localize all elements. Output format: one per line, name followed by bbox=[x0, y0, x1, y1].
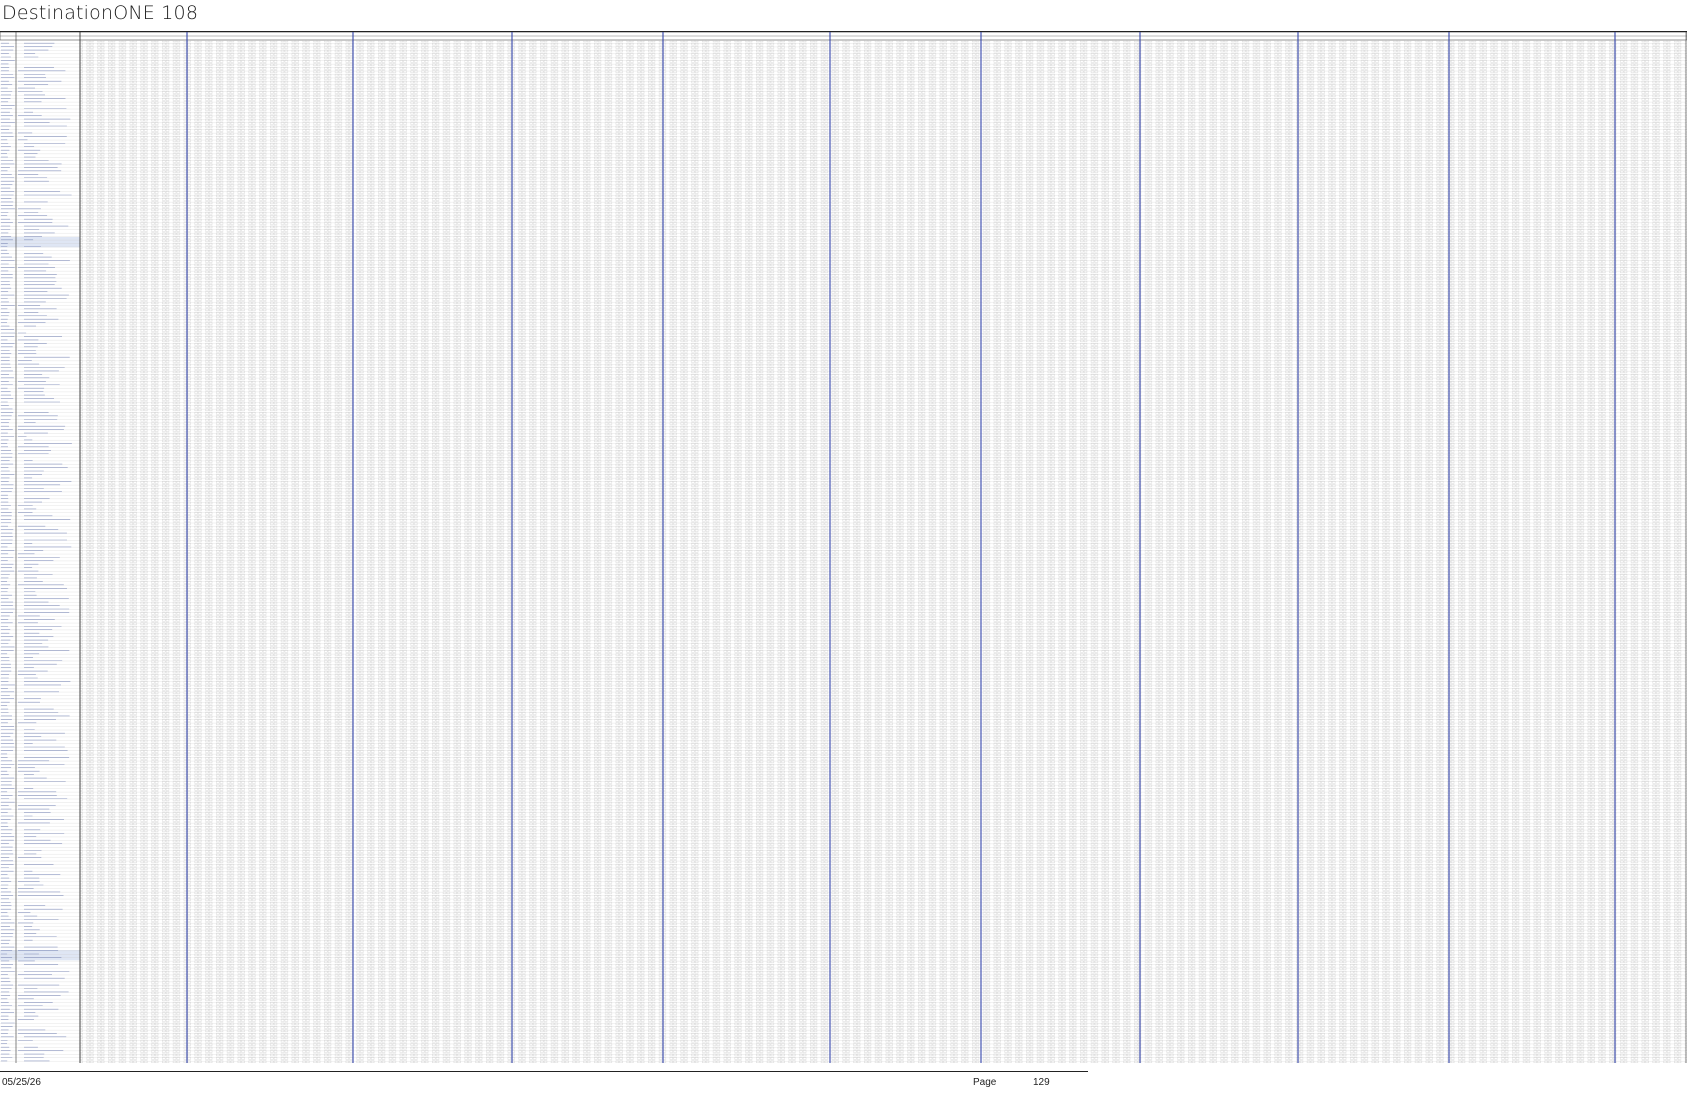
footer-page-number: 129 bbox=[1033, 1077, 1050, 1088]
highlight-row-1 bbox=[0, 950, 80, 961]
schedule-grid bbox=[0, 31, 1687, 1073]
footer-page-label: Page bbox=[973, 1077, 997, 1088]
document-title: DestinationONE 108 bbox=[2, 2, 199, 24]
footer-date: 05/25/26 bbox=[2, 1077, 41, 1088]
footer-rule bbox=[0, 1071, 1088, 1072]
cell-boxes bbox=[80, 40, 1687, 1063]
row-labels bbox=[1, 42, 72, 1062]
highlight-row-0 bbox=[0, 237, 80, 248]
schedule-grid-canvas bbox=[0, 32, 1687, 1063]
